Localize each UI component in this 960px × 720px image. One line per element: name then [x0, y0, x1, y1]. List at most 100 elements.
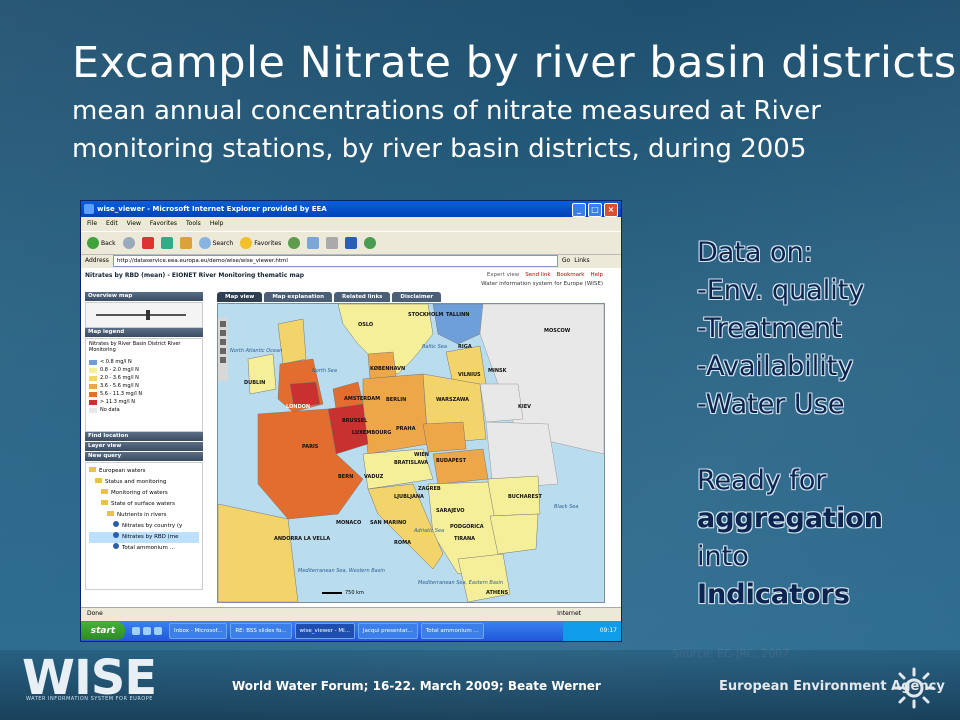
sea-label: Adriatic Sea — [414, 528, 445, 534]
mail-button[interactable] — [307, 237, 320, 249]
quick-launch — [132, 627, 162, 635]
clock: 09:17 — [599, 627, 617, 634]
slide-subtitle: mean annual concentrations of nitrate me… — [72, 96, 821, 164]
folder-icon — [89, 467, 96, 472]
tree-item[interactable]: Nitrates by country (y — [89, 521, 199, 532]
region-czech — [422, 421, 467, 453]
legend-title: Nitrates by River Basin District River M… — [89, 341, 181, 353]
taskbar-item[interactable]: RE: BSS slides fo... — [230, 623, 292, 639]
footer-text: World Water Forum; 16-22. March 2009; Be… — [232, 679, 601, 693]
taskbar-item[interactable]: Jacqui presentat... — [357, 623, 418, 639]
status-bar: Done Internet — [81, 607, 621, 620]
quick-launch-icon[interactable] — [154, 627, 162, 635]
minimize-button[interactable]: _ — [572, 203, 586, 217]
layer-view-header[interactable]: Layer view — [85, 442, 203, 451]
tree-item[interactable]: State of surface waters — [89, 499, 199, 510]
folder-icon — [101, 489, 108, 494]
viewer-title: Nitrates by RBD (mean) - EIONET River Mo… — [85, 272, 305, 279]
address-input[interactable]: http://dataservice.eea.europa.eu/demo/wi… — [112, 254, 558, 267]
history-icon — [288, 237, 301, 249]
bullet-heading: Data on: — [697, 237, 813, 268]
pan-tool-icon[interactable] — [220, 321, 226, 327]
home-button[interactable] — [179, 237, 192, 249]
tree-item[interactable]: European waters — [89, 466, 199, 477]
go-button[interactable]: Go — [562, 257, 570, 264]
expert-view-link[interactable]: Expert view — [487, 272, 519, 278]
taskbar: start Inbox - Microsof... RE: BSS slides… — [81, 621, 621, 641]
menu-view[interactable]: View — [127, 217, 141, 230]
ready-line-bold: aggregation — [697, 503, 883, 534]
back-button[interactable]: Back — [87, 237, 116, 249]
region-belarus — [479, 383, 524, 423]
maximize-button[interactable]: □ — [588, 203, 602, 217]
favorites-button[interactable]: Favorites — [240, 237, 281, 249]
start-button[interactable]: start — [81, 622, 125, 640]
info-tool-icon[interactable] — [220, 348, 226, 354]
tab-map-view[interactable]: Map view — [217, 292, 263, 302]
map-view[interactable]: OSLO STOCKHOLM TALLINN MOSCOW RIGA KØBEN… — [217, 303, 605, 603]
bullet-item: -Availability — [697, 351, 854, 382]
region-ireland — [247, 353, 277, 395]
zoom-slider-track[interactable] — [96, 314, 186, 316]
send-link[interactable]: Send link — [525, 272, 550, 278]
legend-item: 2.0 - 3.6 mg/l N — [89, 374, 199, 382]
sea-label: North Sea — [312, 368, 337, 374]
tree-item[interactable]: Total ammonium ... — [89, 543, 199, 554]
taskbar-item-active[interactable]: wise_viewer - Mi... — [294, 623, 355, 639]
forward-button[interactable] — [122, 237, 135, 249]
menu-file[interactable]: File — [87, 217, 97, 230]
find-location-header[interactable]: Find location — [85, 432, 203, 441]
history-button[interactable] — [288, 237, 301, 249]
bookmark-link[interactable]: Bookmark — [557, 272, 585, 278]
tree-item[interactable]: Monitoring of waters — [89, 488, 199, 499]
city-label: BERN — [338, 474, 354, 480]
menu-favorites[interactable]: Favorites — [150, 217, 177, 230]
zoom-slider-knob[interactable] — [146, 310, 150, 320]
tab-disclaimer[interactable]: Disclaimer — [392, 292, 442, 302]
city-label: STOCKHOLM — [408, 312, 444, 318]
tree-item[interactable]: Status and monitoring — [89, 477, 199, 488]
zoom-in-tool-icon[interactable] — [220, 330, 226, 336]
help-link[interactable]: Help — [590, 272, 603, 278]
quick-launch-icon[interactable] — [132, 627, 140, 635]
full-extent-tool-icon[interactable] — [220, 357, 226, 363]
legend-swatch — [89, 407, 97, 413]
close-button[interactable]: × — [604, 203, 618, 217]
menu-tools[interactable]: Tools — [186, 217, 201, 230]
messenger-button[interactable] — [364, 237, 377, 249]
refresh-button[interactable] — [160, 237, 173, 249]
legend-item: < 0.8 mg/l N — [89, 358, 199, 366]
tab-map-explanation[interactable]: Map explanation — [264, 292, 333, 302]
city-label: SARAJEVO — [436, 508, 465, 514]
sea-label: Baltic Sea — [422, 344, 447, 350]
menu-help[interactable]: Help — [210, 217, 224, 230]
tree-item[interactable]: Nutrients in rivers — [89, 510, 199, 521]
legend-swatch — [89, 399, 97, 405]
overview-map-header[interactable]: Overview map — [85, 292, 203, 301]
links-button[interactable]: Links — [574, 257, 589, 264]
new-query-header[interactable]: New query — [85, 452, 203, 461]
city-label: KIEV — [518, 404, 532, 410]
wise-logo-subtitle: WATER INFORMATION SYSTEM FOR EUROPE — [26, 696, 153, 702]
sea-label: Mediterranean Sea, Western Basin — [298, 568, 385, 574]
menu-edit[interactable]: Edit — [106, 217, 118, 230]
eea-sun-logo-icon — [893, 667, 935, 709]
search-button[interactable]: Search — [198, 237, 233, 249]
taskbar-item[interactable]: Inbox - Microsof... — [169, 623, 228, 639]
status-text: Done — [87, 610, 103, 617]
menu-bar: File Edit View Favorites Tools Help — [81, 217, 621, 230]
tab-related-links[interactable]: Related links — [334, 292, 391, 302]
city-label: OSLO — [358, 322, 374, 328]
print-button[interactable] — [326, 237, 339, 249]
map-legend-header[interactable]: Map legend — [85, 328, 203, 337]
tree-item-selected[interactable]: Nitrates by RBD (me — [89, 532, 199, 543]
word-button[interactable] — [345, 237, 358, 249]
stop-button[interactable] — [141, 237, 154, 249]
taskbar-item[interactable]: Total ammonium ... — [420, 623, 484, 639]
quick-launch-icon[interactable] — [143, 627, 151, 635]
zoom-out-tool-icon[interactable] — [220, 339, 226, 345]
page-content: Nitrates by RBD (mean) - EIONET River Mo… — [81, 268, 621, 607]
city-label: ZAGREB — [418, 486, 441, 492]
ready-line: into — [697, 541, 749, 572]
region-hungary — [432, 448, 489, 485]
